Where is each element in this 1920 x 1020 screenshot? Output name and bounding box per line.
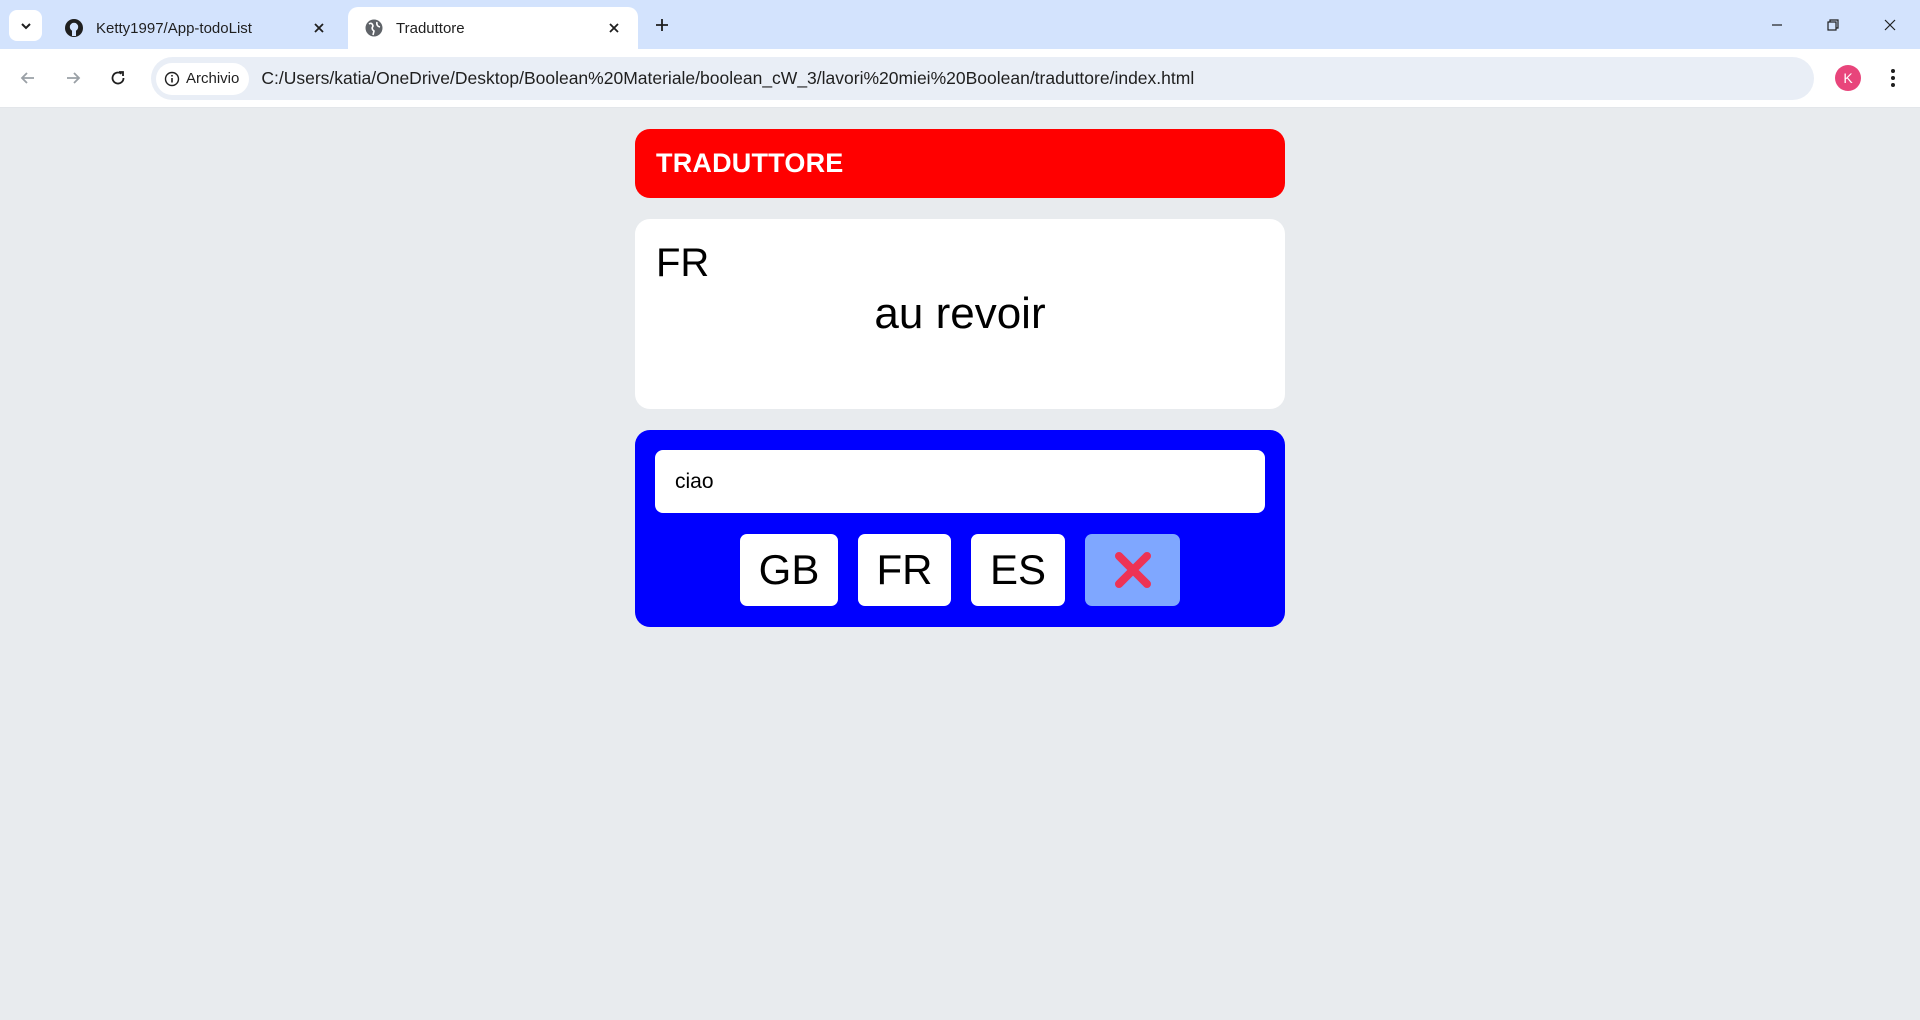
minimize-icon — [1772, 24, 1782, 26]
close-tab-icon[interactable] — [309, 18, 329, 38]
tab-title: Traduttore — [396, 19, 465, 37]
translation-text: au revoir — [874, 289, 1046, 338]
tab-search-button[interactable] — [9, 10, 42, 41]
site-info-chip[interactable]: Archivio — [156, 62, 250, 95]
close-tab-icon[interactable] — [604, 18, 624, 38]
close-window-button[interactable] — [1877, 12, 1903, 38]
app-title: TRADUTTORE — [656, 148, 844, 178]
new-tab-button[interactable] — [650, 13, 674, 37]
forward-button[interactable] — [60, 65, 86, 91]
address-bar[interactable]: Archivio C:/Users/katia/OneDrive/Desktop… — [151, 57, 1814, 100]
arrow-right-icon — [67, 72, 81, 84]
reload-icon — [111, 71, 125, 85]
browser-menu-button[interactable] — [1880, 65, 1906, 91]
tab-strip: Ketty1997/App-todoList Traduttore — [0, 0, 1920, 49]
restore-icon — [1827, 19, 1839, 31]
controls-panel: GB FR ES — [635, 430, 1285, 627]
chevron-down-icon — [20, 22, 31, 29]
arrow-left-icon — [20, 72, 34, 84]
result-language-code: FR — [656, 241, 710, 285]
browser-toolbar: Archivio C:/Users/katia/OneDrive/Desktop… — [0, 49, 1920, 108]
restore-button[interactable] — [1820, 12, 1846, 38]
language-button-es[interactable]: ES — [971, 534, 1065, 606]
language-buttons: GB FR ES — [635, 534, 1285, 606]
plus-icon — [656, 19, 668, 31]
close-icon — [1884, 19, 1896, 31]
site-info-label: Archivio — [186, 70, 240, 87]
language-button-gb[interactable]: GB — [740, 534, 838, 606]
more-vert-icon — [1891, 69, 1895, 87]
globe-icon — [365, 19, 383, 37]
profile-avatar[interactable]: K — [1835, 65, 1861, 91]
reload-button[interactable] — [105, 65, 131, 91]
tab-traduttore[interactable]: Traduttore — [348, 7, 638, 49]
back-button[interactable] — [15, 65, 41, 91]
url-text[interactable]: C:/Users/katia/OneDrive/Desktop/Boolean%… — [261, 68, 1194, 89]
language-button-fr[interactable]: FR — [858, 534, 951, 606]
translator-app: TRADUTTORE FR au revoir GB FR ES — [635, 129, 1285, 627]
app-header: TRADUTTORE — [635, 129, 1285, 198]
github-icon — [65, 19, 83, 37]
minimize-button[interactable] — [1764, 12, 1790, 38]
reset-button[interactable] — [1085, 534, 1180, 606]
translation-result-card: FR au revoir — [635, 219, 1285, 409]
tab-title: Ketty1997/App-todoList — [96, 19, 252, 37]
tab-app-todolist[interactable]: Ketty1997/App-todoList — [48, 7, 343, 49]
text-input[interactable] — [655, 450, 1265, 513]
close-x-icon — [1114, 552, 1151, 588]
info-icon — [164, 71, 180, 86]
